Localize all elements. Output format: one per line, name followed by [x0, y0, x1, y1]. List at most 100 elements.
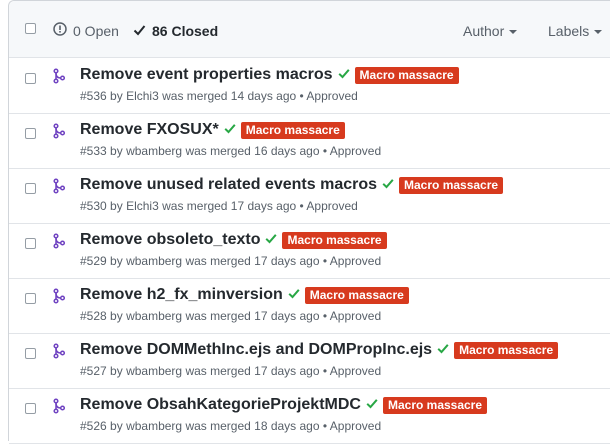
pull-request-meta: #533 by wbamberg was merged 16 days ago …	[80, 144, 381, 159]
pull-request-meta: #530 by Elchi3 was merged 17 days ago • …	[80, 199, 358, 214]
label-badge[interactable]: Macro massacre	[382, 396, 488, 414]
pull-request-row: Remove FXOSUX* Macro massacre #533 by wb…	[9, 113, 610, 169]
open-filter[interactable]: 0 Open	[53, 22, 119, 40]
author-filter-dropdown[interactable]: Author	[463, 22, 518, 40]
status-check-icon[interactable]	[288, 286, 300, 304]
author-link[interactable]: Elchi3	[126, 89, 159, 103]
author-link[interactable]: wbamberg	[126, 309, 182, 323]
label-badge[interactable]: Macro massacre	[282, 231, 387, 249]
pull-request-row: Remove unused related events macros Macr…	[9, 168, 610, 224]
status-check-icon[interactable]	[224, 121, 236, 139]
status-check-icon[interactable]	[338, 66, 350, 84]
by-text: by	[110, 309, 123, 323]
pull-request-title[interactable]: Remove unused related events macros	[80, 175, 377, 195]
review-status[interactable]: Approved	[306, 199, 357, 213]
author-link[interactable]: wbamberg	[126, 419, 182, 433]
by-text: by	[110, 144, 123, 158]
pull-request-title-line: Remove obsoleto_texto Macro massacre	[80, 230, 387, 250]
label-badge[interactable]: Macro massacre	[399, 176, 504, 194]
pull-request-number[interactable]: #529	[80, 254, 107, 268]
merged-text: was merged 17 days ago	[185, 309, 320, 323]
closed-filter[interactable]: 86 Closed	[133, 22, 218, 40]
git-merge-icon	[53, 233, 66, 254]
row-checkbox[interactable]	[25, 183, 36, 194]
pull-request-title[interactable]: Remove ObsahKategorieProjektMDC	[80, 395, 361, 415]
merged-text: was merged 16 days ago	[185, 144, 320, 158]
pull-request-title-line: Remove ObsahKategorieProjektMDC Macro ma…	[80, 395, 488, 415]
pull-request-title[interactable]: Remove obsoleto_texto	[80, 230, 260, 250]
row-checkbox[interactable]	[25, 403, 36, 414]
pull-request-row: Remove event properties macros Macro mas…	[9, 58, 610, 114]
pull-request-title[interactable]: Remove DOMMethInc.ejs and DOMPropInc.ejs	[80, 340, 432, 360]
label-badge[interactable]: Macro massacre	[454, 341, 559, 359]
pull-request-number[interactable]: #536	[80, 89, 107, 103]
author-link[interactable]: wbamberg	[126, 254, 182, 268]
merged-text: was merged 14 days ago	[162, 89, 297, 103]
separator-dot: •	[299, 89, 304, 103]
pull-request-row: Remove obsoleto_texto Macro massacre #52…	[9, 223, 610, 279]
caret-down-icon	[509, 30, 518, 34]
pull-request-number[interactable]: #530	[80, 199, 107, 213]
separator-dot: •	[322, 144, 328, 158]
merged-text: was merged 17 days ago	[185, 364, 320, 378]
pull-request-number[interactable]: #528	[80, 309, 107, 323]
review-status[interactable]: Approved	[306, 89, 357, 103]
pull-request-title-line: Remove unused related events macros Macr…	[80, 175, 504, 195]
list-header: 0 Open 86 Closed Author Labels	[9, 1, 610, 58]
select-all-checkbox[interactable]	[25, 23, 36, 34]
row-checkbox[interactable]	[25, 348, 36, 359]
merged-text: was merged 17 days ago	[185, 254, 320, 268]
by-text: by	[110, 364, 123, 378]
label-badge[interactable]: Macro massacre	[304, 286, 409, 304]
status-check-icon[interactable]	[437, 341, 449, 359]
pull-request-number[interactable]: #533	[80, 144, 107, 158]
issue-opened-icon	[53, 22, 67, 40]
status-check-icon[interactable]	[382, 176, 394, 194]
label-badge[interactable]: Macro massacre	[240, 121, 345, 139]
check-icon	[133, 22, 146, 40]
pull-request-number[interactable]: #526	[80, 419, 107, 433]
git-merge-icon	[53, 123, 66, 144]
pull-request-meta: #526 by wbamberg was merged 18 days ago …	[80, 419, 381, 434]
pull-request-title[interactable]: Remove FXOSUX*	[80, 120, 219, 140]
review-status[interactable]: Approved	[330, 144, 381, 158]
status-check-icon[interactable]	[366, 396, 378, 414]
row-checkbox[interactable]	[25, 128, 36, 139]
pull-request-title-line: Remove FXOSUX* Macro massacre	[80, 120, 345, 140]
author-link[interactable]: wbamberg	[126, 144, 182, 158]
by-text: by	[110, 89, 123, 103]
review-status[interactable]: Approved	[330, 364, 381, 378]
pull-request-number[interactable]: #527	[80, 364, 107, 378]
author-link[interactable]: Elchi3	[126, 199, 159, 213]
separator-dot: •	[322, 419, 328, 433]
label-badge[interactable]: Macro massacre	[354, 66, 459, 84]
pull-request-row: Remove DOMMethInc.ejs and DOMPropInc.ejs…	[9, 333, 610, 389]
git-merge-icon	[53, 343, 66, 364]
row-checkbox[interactable]	[25, 73, 36, 84]
author-link[interactable]: wbamberg	[126, 364, 182, 378]
pull-request-title[interactable]: Remove event properties macros	[80, 65, 333, 85]
pull-request-meta: #527 by wbamberg was merged 17 days ago …	[80, 364, 381, 379]
review-status[interactable]: Approved	[330, 254, 381, 268]
status-check-icon[interactable]	[265, 231, 278, 249]
by-text: by	[110, 199, 123, 213]
author-filter-label: Author	[463, 23, 505, 39]
git-merge-icon	[53, 398, 66, 419]
git-merge-icon	[53, 68, 66, 89]
pull-request-list: 0 Open 86 Closed Author Labels Remove ev…	[8, 0, 610, 444]
pull-request-title-line: Remove h2_fx_minversion Macro massacre	[80, 285, 409, 305]
git-merge-icon	[53, 288, 66, 309]
by-text: by	[110, 419, 123, 433]
row-checkbox[interactable]	[25, 293, 36, 304]
pull-request-meta: #529 by wbamberg was merged 17 days ago …	[80, 254, 381, 269]
pull-request-title-line: Remove DOMMethInc.ejs and DOMPropInc.ejs…	[80, 340, 559, 360]
review-status[interactable]: Approved	[330, 309, 381, 323]
closed-count: 86 Closed	[152, 23, 219, 39]
pull-request-meta: #536 by Elchi3 was merged 14 days ago • …	[80, 89, 358, 104]
merged-text: was merged 18 days ago	[185, 419, 320, 433]
labels-filter-label: Labels	[548, 23, 590, 39]
pull-request-title[interactable]: Remove h2_fx_minversion	[80, 285, 283, 305]
row-checkbox[interactable]	[25, 238, 36, 249]
labels-filter-dropdown[interactable]: Labels	[548, 22, 603, 40]
review-status[interactable]: Approved	[330, 419, 381, 433]
